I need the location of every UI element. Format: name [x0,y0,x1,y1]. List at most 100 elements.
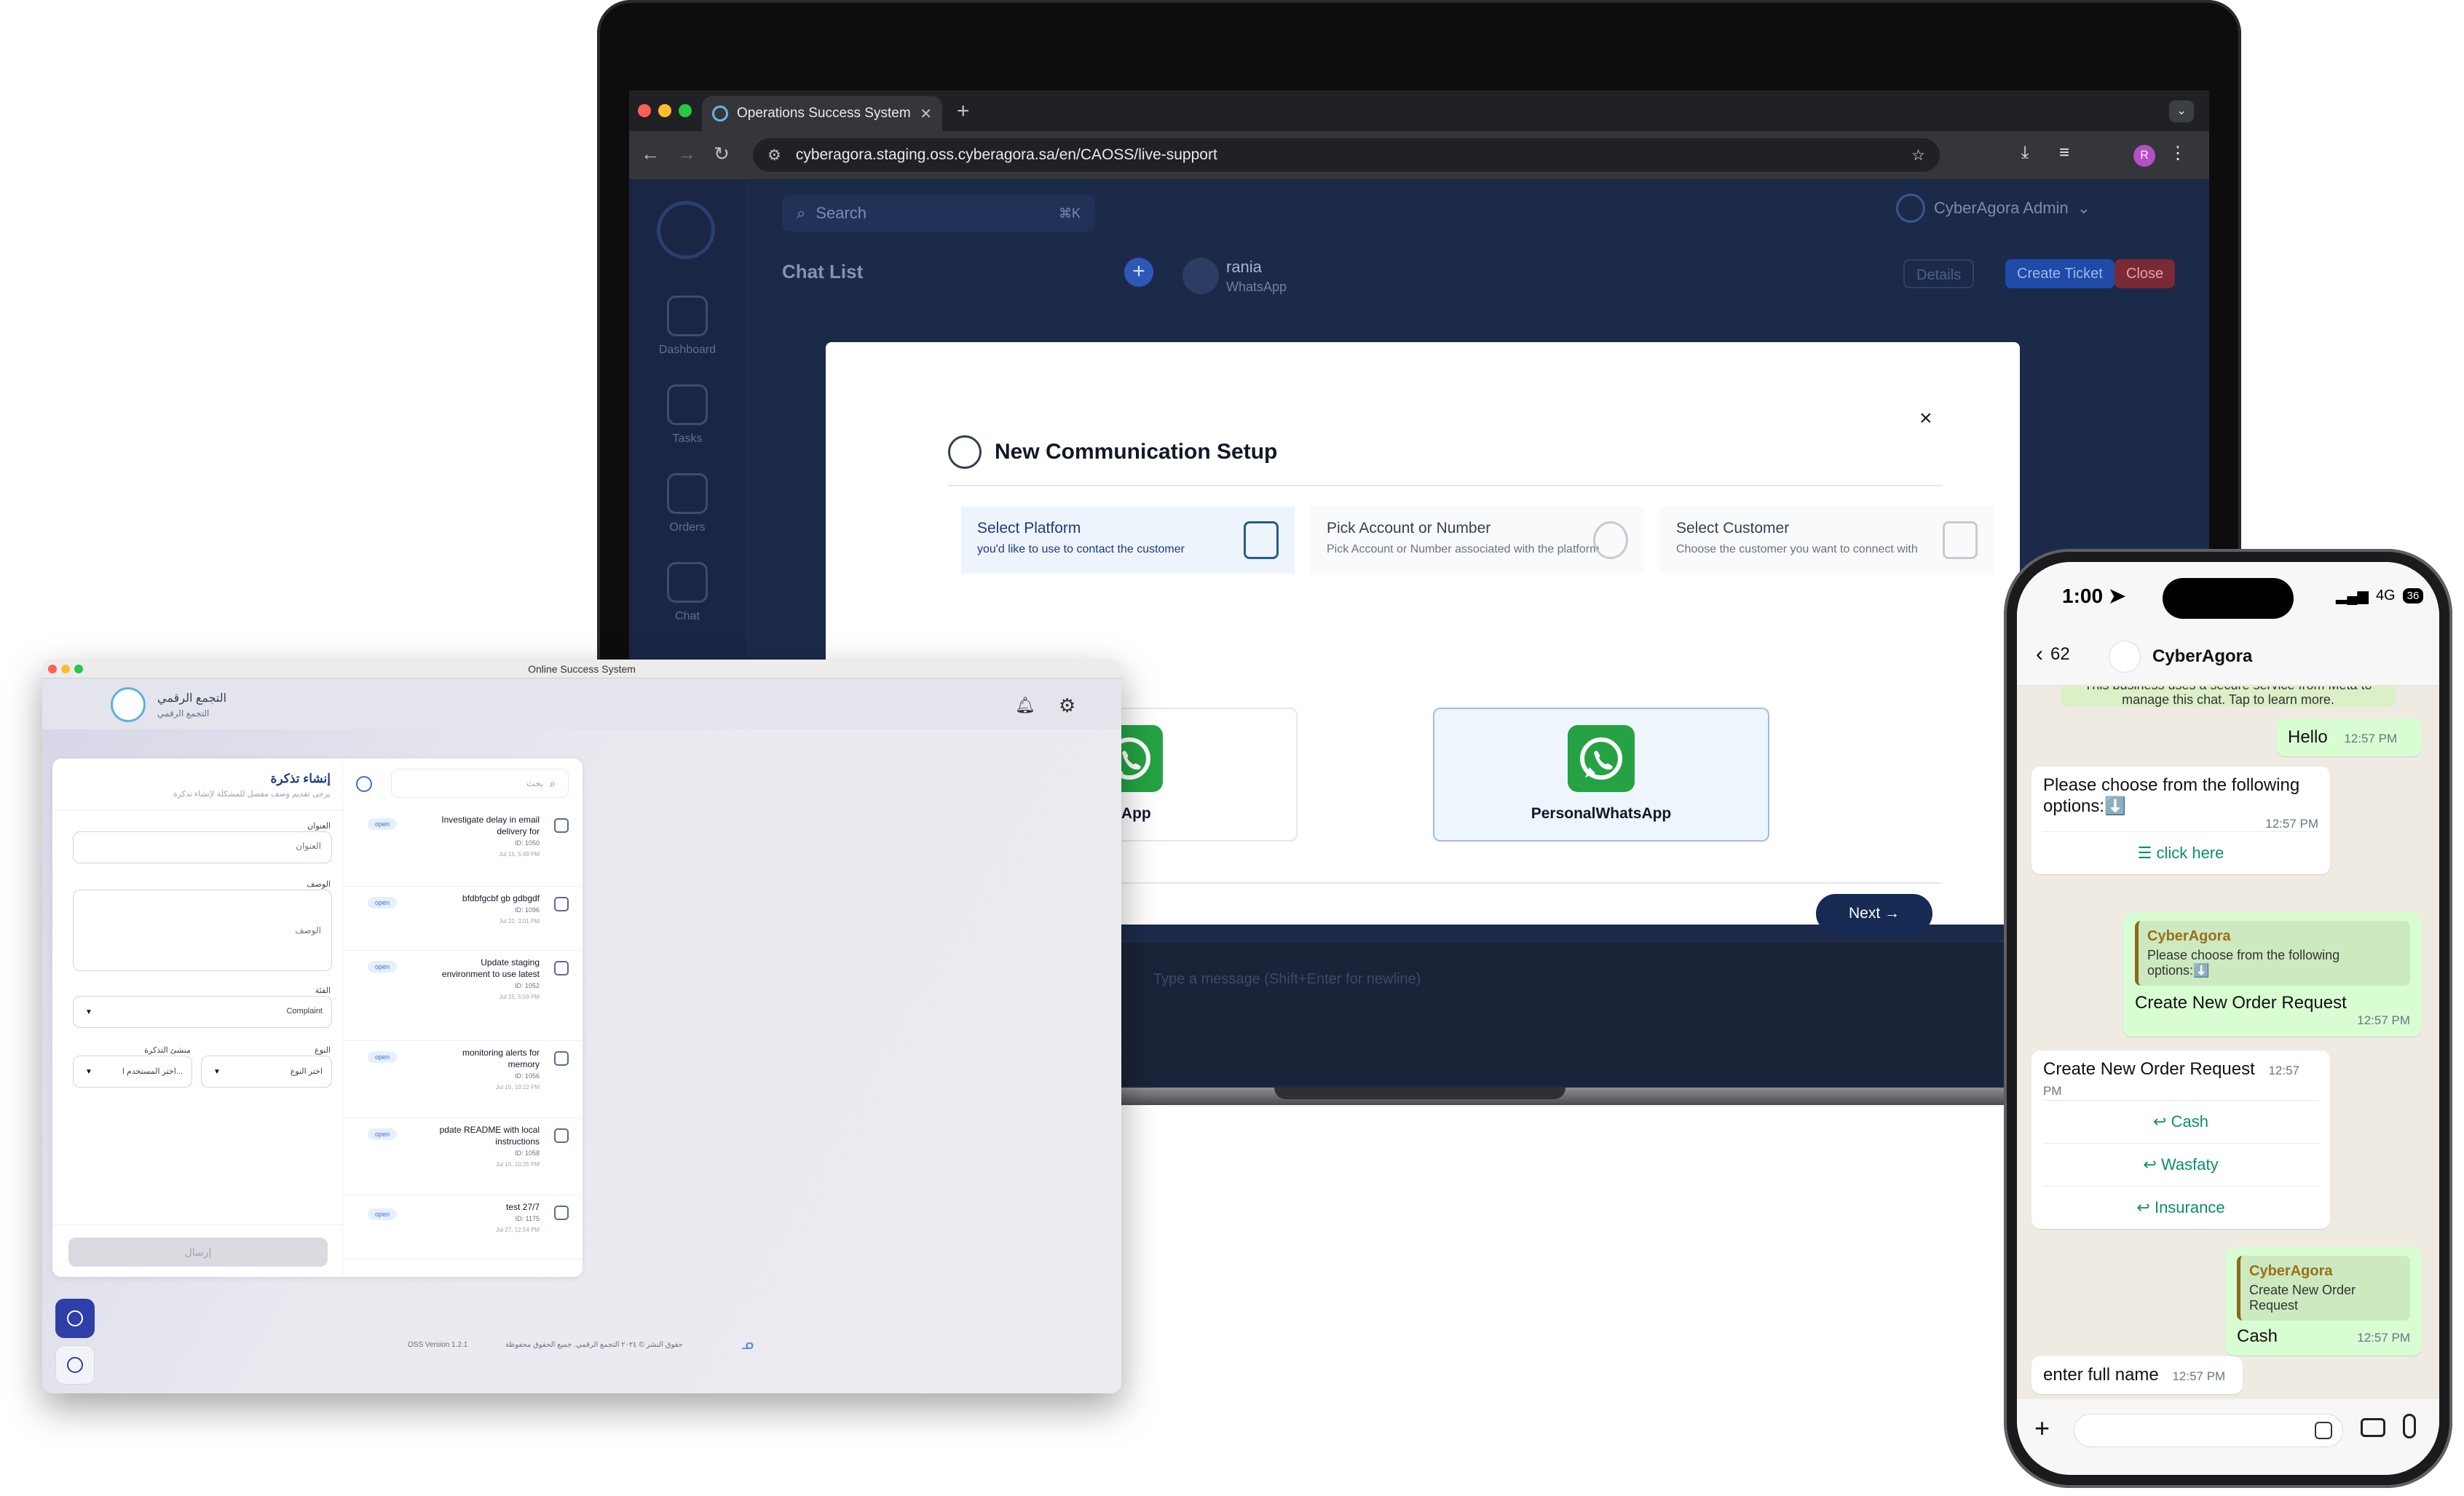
browser-tab[interactable]: Operations Success System ✕ [702,96,942,131]
description-textarea[interactable]: الوصف [73,890,332,971]
footer-version: OSS Version 1.2.1 [408,1341,468,1349]
quoted-message[interactable]: CyberAgora Create New Order Request [2237,1256,2410,1321]
submit-button[interactable]: إرسال [68,1238,328,1267]
window-zoom-button[interactable] [74,665,83,673]
search-icon: ⌕ [550,777,556,789]
ticket-row[interactable]: open Update staging environment to use l… [343,951,583,1041]
platform-icon [1244,521,1279,559]
message-bubble-in: Create New Order Request 12:57 PM ↩ Cash… [2031,1050,2330,1229]
phone-screen: 1:00 ➤ ▂▄▆ 4G 36 ‹ 62 CyberAgora This bu… [2017,562,2439,1475]
ticket-open-icon[interactable] [554,1206,569,1220]
platform-card-personal-whatsapp[interactable]: PersonalWhatsApp [1433,708,1769,842]
message-bubble-out: Hello 12:57 PM [2276,719,2422,756]
ticket-row[interactable]: open test 27/7 ID: 1175 Jul 27, 12:54 PM [343,1195,583,1259]
signal-icon: ▂▄▆ [2336,588,2369,604]
forward-arrow-icon[interactable]: → [674,143,699,165]
profile-avatar[interactable]: R [2133,145,2155,167]
list-button[interactable]: ☰ click here [2043,831,2318,874]
message-bubble-out: CyberAgora Create New Order Request Cash… [2225,1247,2422,1355]
ticket-panel: إنشاء تذكرة يرجى تقديم وصف مفصل للمشكلة … [52,759,583,1277]
refresh-icon[interactable] [356,776,372,792]
app-body: إنشاء تذكرة يرجى تقديم وصف مفصل للمشكلة … [42,729,1121,1393]
new-tab-button[interactable]: + [957,99,970,124]
step-description: Pick Account or Number associated with t… [1327,543,1600,555]
ticket-open-icon[interactable] [554,1128,569,1143]
status-badge: open [368,897,397,909]
zoom-window-button[interactable] [679,104,692,117]
bookmark-star-icon[interactable]: ☆ [1911,146,1925,165]
site-settings-icon[interactable]: ⚙ [767,146,781,165]
ticket-info: Update staging environment to use latest… [441,957,540,1000]
chevron-left-icon: ‹ [2036,642,2043,666]
message-input[interactable] [2074,1414,2343,1447]
sync-icon [67,1357,83,1373]
ticket-row[interactable]: open monitoring alerts for memory ID: 10… [343,1041,583,1118]
contact-avatar[interactable] [2109,641,2141,673]
back-arrow-icon[interactable]: ← [638,143,663,165]
ticket-open-icon[interactable] [554,818,569,833]
quick-reply-wasfaty[interactable]: ↩ Wasfaty [2043,1143,2318,1186]
tab-search-dropdown[interactable]: ⌄ [2169,100,2194,122]
quick-reply-insurance[interactable]: ↩ Insurance [2043,1186,2318,1229]
modal-close-icon[interactable]: × [1919,406,1932,431]
modal-divider [948,485,1943,486]
ticket-open-icon[interactable] [554,1051,569,1066]
step-description: Choose the customer you want to connect … [1676,543,1918,555]
status-badge: open [368,818,397,830]
sync-fab-button[interactable] [55,1345,95,1385]
chat-fab-button[interactable] [55,1299,95,1338]
ticket-list: بحث ⌕ open Investigate delay in email de… [342,759,583,1277]
message-bubble-in: Please choose from the following options… [2031,767,2330,874]
tab-close-icon[interactable]: ✕ [920,105,932,123]
next-button[interactable]: Next → [1816,894,1932,933]
quick-reply-cash[interactable]: ↩ Cash [2043,1100,2318,1143]
close-window-button[interactable] [638,104,651,117]
clock: 1:00 ➤ [2062,585,2126,607]
plus-icon[interactable]: + [2034,1414,2050,1443]
chat-header: ‹ 62 CyberAgora [2017,628,2439,686]
microphone-icon[interactable] [2403,1414,2416,1438]
status-badge: open [368,1051,397,1063]
contact-name[interactable]: CyberAgora [2152,646,2252,667]
ticket-info: Investigate delay in email delivery for … [441,815,540,858]
address-bar[interactable]: ⚙ cyberagora.staging.oss.cyberagora.sa/e… [753,138,1940,172]
url-text: cyberagora.staging.oss.cyberagora.sa/en/… [795,146,1217,163]
ticket-row[interactable]: open pdate README with local instruction… [343,1118,583,1195]
ticket-open-icon[interactable] [554,961,569,975]
reload-icon[interactable]: ↻ [709,143,734,165]
back-button[interactable]: ‹ 62 [2036,642,2070,667]
ticket-search-input[interactable]: بحث [391,769,569,798]
phone-device: 1:00 ➤ ▂▄▆ 4G 36 ‹ 62 CyberAgora This bu… [2004,549,2452,1488]
status-badge: open [368,1128,397,1140]
type-select[interactable]: ▼ اختر النوع [201,1056,332,1088]
network-label: 4G [2375,587,2396,603]
sticker-icon[interactable] [2315,1422,2332,1439]
camera-icon[interactable] [2361,1418,2385,1437]
form-title: إنشاء تذكرة [270,772,331,785]
ticket-info: test 27/7 ID: 1175 Jul 27, 12:54 PM [495,1202,540,1233]
window-close-button[interactable] [48,665,57,673]
ticket-row[interactable]: open Investigate delay in email delivery… [343,808,583,887]
ticket-open-icon[interactable] [554,897,569,911]
minimize-window-button[interactable] [658,104,671,117]
browser-menu-icon[interactable]: ⋮ [2165,143,2190,164]
ticket-row[interactable]: open bfdbfgcbf gb gdbgdf ID: 1096 Jul 22… [343,887,583,951]
bell-icon[interactable]: 🔔︎ [1015,696,1035,715]
creator-select[interactable]: ▼ اختر المستخدم ا... [73,1056,192,1088]
reading-list-icon[interactable]: ≡ [2052,143,2077,163]
title-input[interactable]: العنوان [73,831,332,863]
quoted-message[interactable]: CyberAgora Please choose from the follow… [2135,921,2410,986]
tab-title: Operations Success System [737,106,911,121]
window-title-bar: Online Success System [42,660,1121,678]
brand-logo-icon [111,687,146,722]
chat-bubble-icon [67,1310,83,1326]
gear-icon[interactable]: ⚙ [1059,694,1075,717]
window-minimize-button[interactable] [61,665,70,673]
download-icon[interactable]: ⤓ [2013,143,2037,163]
category-select[interactable]: ▼ Complaint [73,996,332,1028]
encryption-notice[interactable]: This business uses a secure service from… [2061,686,2396,707]
dynamic-island [2163,578,2294,619]
title-label: العنوان [307,822,331,831]
footer-logo-icon: ᓄ [741,1337,754,1353]
message-bubble-in: enter full name 12:57 PM [2031,1356,2243,1394]
